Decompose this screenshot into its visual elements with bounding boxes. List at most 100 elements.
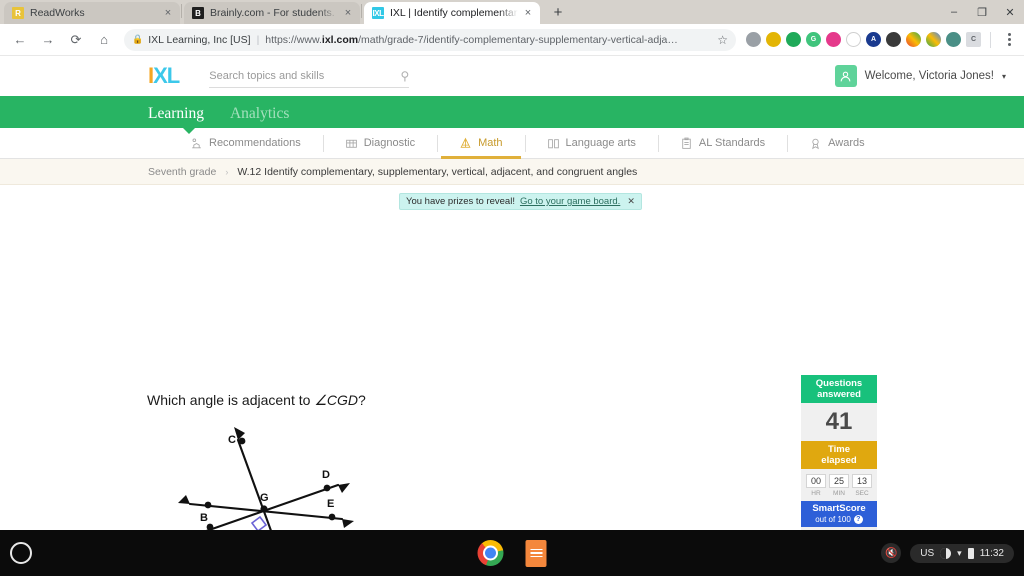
search-input[interactable]: Search topics and skills ⚲ xyxy=(209,64,410,88)
browser-tab-ixl[interactable]: IXL IXL | Identify complementary, su × xyxy=(364,2,540,24)
ixl-logo[interactable]: I XL xyxy=(148,63,180,89)
tab-math[interactable]: Math xyxy=(437,128,524,159)
tab-label: Language arts xyxy=(565,137,636,149)
network-icon xyxy=(940,547,952,559)
launcher-icon[interactable] xyxy=(10,542,32,564)
arrowhead-b xyxy=(178,495,190,504)
question-angle-symbol: ∠ xyxy=(314,392,327,408)
point-g xyxy=(260,505,268,513)
label-g: G xyxy=(260,492,269,504)
chrome-app-icon[interactable] xyxy=(477,540,504,566)
point-d xyxy=(323,484,331,492)
forward-icon[interactable]: → xyxy=(37,29,59,51)
kebab-menu-icon[interactable] xyxy=(1000,33,1018,46)
timer-hours-label: HR xyxy=(811,490,821,497)
tab-label: Math xyxy=(478,137,503,149)
extensions-tray: G A C xyxy=(742,31,1018,48)
browser-tab-brainly[interactable]: B Brainly.com - For students. By st × xyxy=(184,2,360,24)
reload-icon[interactable]: ⟳ xyxy=(65,29,87,51)
google-docs-app-icon[interactable] xyxy=(525,539,547,567)
back-icon[interactable]: ← xyxy=(9,29,31,51)
point-e xyxy=(328,513,336,521)
game-board-link[interactable]: Go to your game board. xyxy=(520,196,620,207)
right-angle-square xyxy=(250,515,268,530)
extension-adblock-icon[interactable]: A xyxy=(866,32,881,47)
question-suffix: ? xyxy=(358,392,366,408)
tab-label: AL Standards xyxy=(698,137,766,149)
extension-drive-icon[interactable] xyxy=(926,32,941,47)
close-icon[interactable]: ✕ xyxy=(627,196,635,207)
extension-c-icon[interactable]: C xyxy=(966,32,981,47)
clipboard-icon xyxy=(682,137,691,149)
system-tray[interactable]: US ▾ 11:32 xyxy=(910,543,1014,563)
minimize-button[interactable]: – xyxy=(940,0,968,24)
clock-label: 11:32 xyxy=(979,547,1004,559)
url-path: /math/grade-7/identify-complementary-sup… xyxy=(358,33,678,46)
url-domain: ixl.com xyxy=(321,33,359,46)
breadcrumb: Seventh grade › W.12 Identify complement… xyxy=(0,159,1024,185)
tab-label: Recommendations xyxy=(209,137,301,149)
time-elapsed-title-1: Time xyxy=(827,444,850,455)
tab-title: ReadWorks xyxy=(30,7,85,19)
tab-recommendations[interactable]: Recommendations xyxy=(168,128,323,159)
nav-analytics[interactable]: Analytics xyxy=(230,105,289,128)
help-icon[interactable]: ? xyxy=(853,515,863,524)
address-bar[interactable]: 🔒 IXL Learning, Inc [US] | https://www. i… xyxy=(124,28,736,51)
search-icon[interactable]: ⚲ xyxy=(400,69,409,83)
questions-answered-title-2: answered xyxy=(817,389,861,400)
breadcrumb-separator-icon: › xyxy=(225,166,229,177)
tab-close-icon[interactable]: × xyxy=(162,7,174,19)
book-icon xyxy=(547,138,559,148)
extension-shield-yellow-icon[interactable] xyxy=(766,32,781,47)
ixl-header: I XL Search topics and skills ⚲ Welcome, … xyxy=(0,56,1024,96)
tab-al-standards[interactable]: AL Standards xyxy=(657,128,787,159)
site-identity-label: IXL Learning, Inc [US] xyxy=(148,33,251,46)
page-content: I XL Search topics and skills ⚲ Welcome, … xyxy=(0,56,1024,530)
home-icon[interactable]: ⌂ xyxy=(93,29,115,51)
star-icon[interactable]: ☆ xyxy=(709,33,728,47)
status-area[interactable]: 🔇 US ▾ 11:32 xyxy=(881,543,1014,563)
smartscore-subtitle: out of 100 xyxy=(815,515,851,524)
primary-nav: Learning Analytics xyxy=(0,96,1024,128)
nav-learning[interactable]: Learning xyxy=(148,105,204,128)
tab-title: IXL | Identify complementary, su xyxy=(390,7,518,19)
maximize-button[interactable]: ❐ xyxy=(968,0,996,24)
section-tabs: Recommendations Diagnostic Math Language… xyxy=(0,127,1024,159)
lock-icon: 🔒 xyxy=(132,34,144,44)
close-window-button[interactable]: ✕ xyxy=(996,0,1024,24)
tab-label: Awards xyxy=(828,137,865,149)
angle-diagram: G A B C D E F xyxy=(160,413,360,530)
extension-colorful-icon[interactable] xyxy=(906,32,921,47)
breadcrumb-grade[interactable]: Seventh grade xyxy=(148,166,216,178)
extension-clock-icon[interactable] xyxy=(846,32,861,47)
browser-tab-readworks[interactable]: R ReadWorks × xyxy=(4,2,180,24)
tab-close-icon[interactable]: × xyxy=(522,7,534,19)
tab-awards[interactable]: Awards xyxy=(787,128,886,159)
extension-grey-icon[interactable] xyxy=(746,32,761,47)
timer-minutes-label: MIN xyxy=(833,490,845,497)
user-menu[interactable]: Welcome, Victoria Jones! ▾ xyxy=(834,65,1006,87)
math-pyramid-icon xyxy=(460,137,471,148)
question-text: Which angle is adjacent to ∠CGD? xyxy=(147,392,366,409)
tab-language-arts[interactable]: Language arts xyxy=(524,128,658,159)
keyboard-layout-label: US xyxy=(920,547,935,559)
timer-seconds-label: SEC xyxy=(855,490,869,497)
point-c xyxy=(238,437,246,445)
extension-pink-icon[interactable] xyxy=(826,32,841,47)
questions-answered-value: 41 xyxy=(801,403,877,441)
mute-icon[interactable]: 🔇 xyxy=(881,543,902,563)
extension-shield-dark-icon[interactable] xyxy=(886,32,901,47)
tab-divider xyxy=(181,3,182,18)
extension-teal-icon[interactable] xyxy=(946,32,961,47)
tab-close-icon[interactable]: × xyxy=(342,7,354,19)
new-tab-button[interactable]: + xyxy=(547,1,569,23)
extension-grammarly-icon[interactable]: G xyxy=(806,32,821,47)
ixl-favicon-icon: IXL xyxy=(372,7,384,19)
tab-diagnostic[interactable]: Diagnostic xyxy=(322,128,437,159)
tab-strip: R ReadWorks × B Brainly.com - For studen… xyxy=(0,0,1024,24)
window-controls: – ❐ ✕ xyxy=(940,0,1024,24)
chevron-down-icon[interactable]: ▾ xyxy=(1002,72,1006,81)
label-d: D xyxy=(322,469,330,481)
diagnostic-icon xyxy=(345,139,357,148)
extension-power-green-icon[interactable] xyxy=(786,32,801,47)
